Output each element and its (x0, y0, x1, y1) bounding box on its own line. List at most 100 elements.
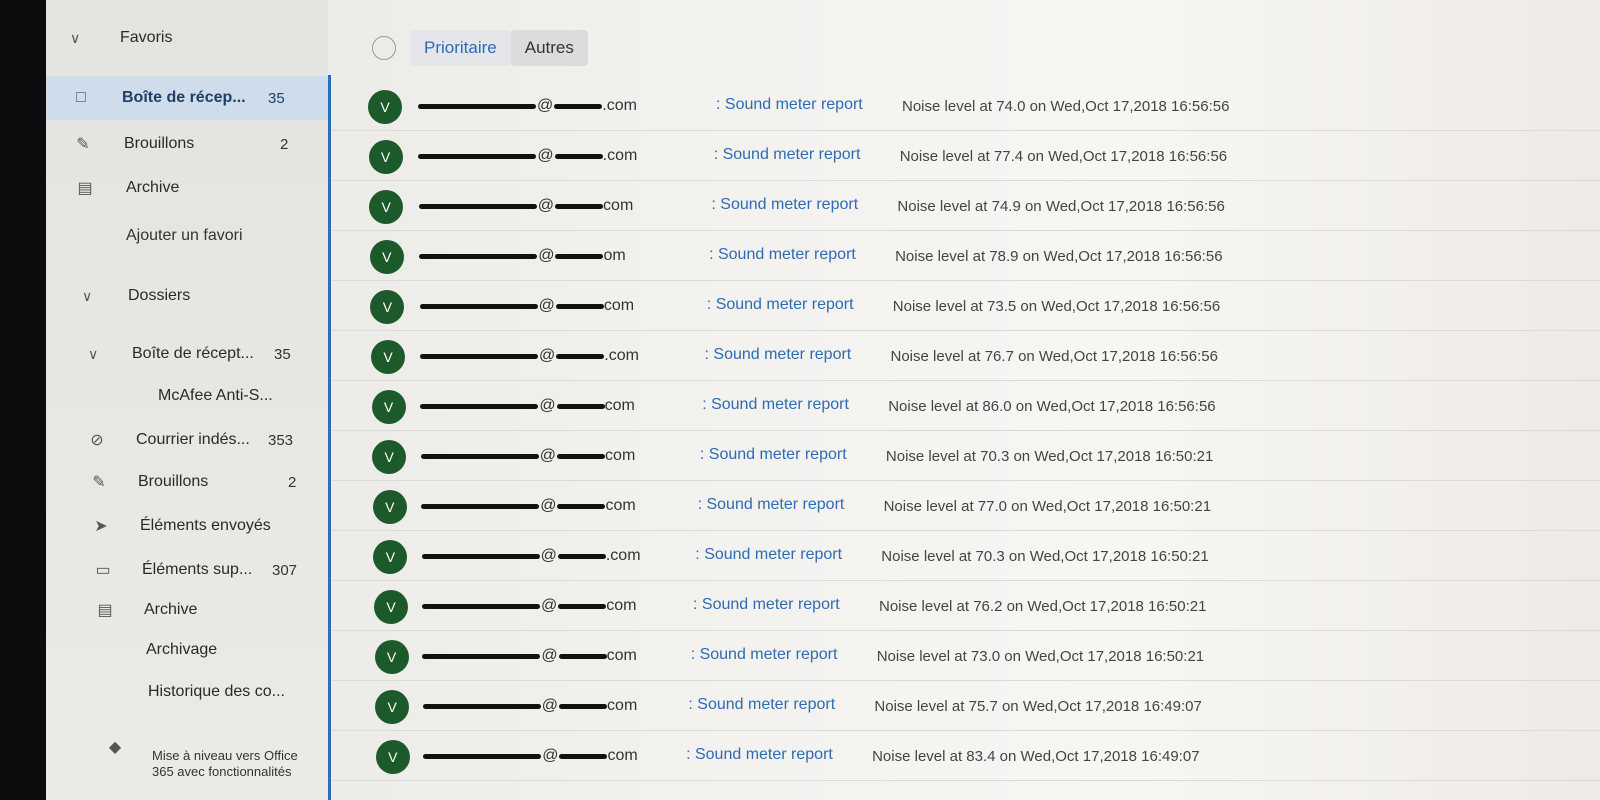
chevron-down-icon[interactable]: ∨ (70, 30, 90, 47)
sender-avatar[interactable]: V (368, 140, 403, 174)
sender-avatar[interactable]: V (370, 290, 405, 324)
sender-avatar[interactable]: V (373, 540, 408, 574)
favorite-inbox-count: 35 (268, 89, 285, 107)
redacted-domain (554, 153, 603, 159)
sender-avatar[interactable]: V (372, 440, 407, 474)
email-row[interactable]: V @ com : Sound meter report Noise level at … (332, 430, 1600, 481)
redacted-username (421, 553, 540, 559)
add-favorite-link[interactable]: Ajouter un favori (46, 214, 328, 258)
email-row[interactable]: V @ com: Sound meter report Noise level at … (332, 380, 1600, 431)
folder-drafts-count: 2 (288, 473, 297, 491)
sender-domain-suffix: com (605, 447, 636, 464)
folder-junk-label: Courrier indés... (136, 431, 250, 448)
at-sign: @ (541, 597, 558, 614)
chevron-down-icon[interactable]: ∨ (82, 288, 102, 305)
sender-avatar[interactable]: V (369, 240, 404, 274)
email-row[interactable]: V @ .com: Sound meter report Noise level at… (332, 130, 1600, 181)
redacted-username (422, 653, 541, 659)
redacted-domain (555, 253, 604, 259)
chevron-down-icon[interactable]: ∨ (88, 346, 108, 363)
sender-domain-suffix: com (606, 597, 637, 614)
sender-address: @ .com (420, 346, 639, 366)
at-sign: @ (539, 347, 556, 364)
folders-label: Dossiers (128, 287, 191, 304)
email-row[interactable]: V @ .com: Sound meter report Noise level at… (332, 330, 1600, 381)
inbox-icon: □ (76, 89, 86, 106)
email-preview: Noise level at 74.9 on Wed,Oct 17,2018 1… (897, 198, 1225, 215)
folder-item-sent[interactable]: ➤ Éléments envoyés (46, 504, 328, 548)
email-row[interactable]: V @ com: Sound meter report Noise level at … (332, 680, 1600, 731)
at-sign: @ (539, 447, 557, 464)
favorites-header[interactable]: ∨ Favoris (46, 16, 328, 60)
email-row[interactable]: V @ com: Sound meter report Noise level at … (332, 280, 1600, 331)
sender-avatar[interactable]: V (371, 390, 406, 424)
favorite-inbox-label: Boîte de récep... (122, 89, 246, 106)
upgrade-promo[interactable]: Mise à niveau vers Office 365 avec fonct… (152, 748, 302, 780)
folder-item-history[interactable]: Historique des co... (46, 670, 328, 714)
email-row[interactable]: V @ om: Sound meter report Noise level at 7… (332, 230, 1600, 281)
sender-avatar[interactable]: V (375, 740, 410, 774)
folder-item-archive[interactable]: ▤ Archive (46, 588, 328, 632)
folder-item-junk[interactable]: ⊘ Courrier indés... 353 (46, 418, 328, 462)
email-subject: : Sound meter report (713, 146, 861, 163)
tab-other[interactable]: Autres (510, 30, 588, 66)
email-subject: : Sound meter report (702, 396, 849, 413)
redacted-username (419, 253, 538, 259)
folder-junk-count: 353 (268, 431, 294, 449)
folder-sent-label: Éléments envoyés (140, 517, 271, 534)
at-sign: @ (537, 197, 555, 214)
favorite-item-archive[interactable]: ▤ Archive (46, 166, 328, 210)
select-all-checkbox[interactable] (372, 36, 396, 60)
sender-avatar[interactable]: V (372, 490, 407, 524)
sender-domain-suffix: com (605, 497, 636, 514)
email-preview: Noise level at 70.3 on Wed,Oct 17,2018 1… (885, 448, 1214, 465)
sender-domain-suffix: com (603, 197, 634, 214)
archive-icon: ▤ (97, 602, 113, 619)
sender-avatar[interactable]: V (374, 640, 409, 674)
folder-archivage-label: Archivage (146, 641, 218, 658)
sender-avatar[interactable]: V (375, 690, 410, 724)
favorite-item-drafts[interactable]: ✎ Brouillons 2 (46, 122, 328, 166)
sender-address: @ com (420, 446, 636, 466)
sender-domain-suffix: .com (602, 147, 638, 164)
blocked-icon: ⊘ (90, 432, 104, 449)
folder-item-drafts[interactable]: ✎ Brouillons 2 (46, 460, 328, 504)
email-subject: : Sound meter report (699, 446, 847, 463)
redacted-username (420, 353, 538, 359)
sender-domain-suffix: .com (605, 547, 641, 564)
archive-icon: ▤ (77, 180, 93, 197)
email-row[interactable]: V @ .com: Sound meter report Noise level at… (332, 530, 1600, 581)
folder-deleted-count: 307 (272, 561, 298, 579)
email-row[interactable]: V @ com: Sound meter report Noise level at … (332, 480, 1600, 531)
folder-item-mcafee[interactable]: McAfee Anti-S... (46, 374, 328, 418)
at-sign: @ (537, 97, 554, 114)
email-row[interactable]: V @ com: Sound meter report Noise level at … (332, 730, 1600, 781)
email-row[interactable]: V @ com: Sound meter report Noise level at … (332, 630, 1600, 681)
sender-address: @ .com (418, 96, 637, 116)
sender-domain-suffix: com (603, 297, 635, 314)
folder-mcafee-label: McAfee Anti-S... (158, 387, 273, 404)
folder-item-archivage[interactable]: Archivage (46, 628, 328, 672)
sender-avatar[interactable]: V (369, 190, 404, 224)
at-sign: @ (539, 397, 556, 414)
sender-avatar[interactable]: V (368, 90, 402, 124)
email-row[interactable]: V @ .com: Sound meter report Noise level at… (332, 80, 1600, 131)
pencil-icon: ✎ (92, 474, 106, 491)
sender-avatar[interactable]: V (374, 590, 408, 624)
redacted-domain (559, 703, 608, 709)
folders-header[interactable]: ∨ Dossiers (46, 274, 328, 318)
at-sign: @ (538, 247, 555, 264)
sender-avatar[interactable]: V (371, 340, 405, 374)
folder-item-deleted[interactable]: ▭ Éléments sup... 307 (46, 548, 328, 592)
pane-divider[interactable] (328, 75, 331, 800)
at-sign: @ (538, 297, 555, 314)
email-subject: : Sound meter report (690, 646, 838, 663)
redacted-domain (556, 403, 605, 409)
tab-focused[interactable]: Prioritaire (410, 30, 511, 66)
pencil-icon: ✎ (76, 136, 90, 153)
email-row[interactable]: V @ com: Sound meter report Noise level at … (332, 580, 1600, 631)
email-row[interactable]: V @ com: Sound meter report Noise level at … (332, 180, 1600, 231)
folder-item-inbox[interactable]: ∨ Boîte de récept... 35 (46, 332, 328, 376)
favorite-item-inbox[interactable]: □ Boîte de récep... 35 (46, 76, 328, 120)
sender-domain-suffix: .com (604, 347, 639, 364)
